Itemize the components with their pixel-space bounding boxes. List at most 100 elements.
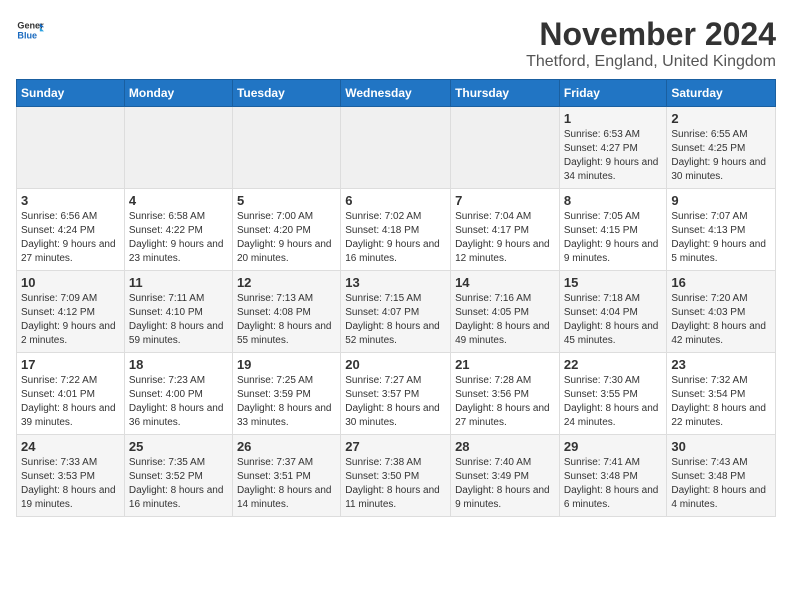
day-number: 30 (671, 439, 771, 454)
day-info: Sunrise: 7:04 AMSunset: 4:17 PMDaylight:… (455, 210, 555, 266)
day-number: 6 (345, 193, 446, 208)
calendar-cell (124, 107, 232, 189)
day-info: Sunrise: 7:28 AMSunset: 3:56 PMDaylight:… (455, 374, 555, 430)
calendar-cell: 5 Sunrise: 7:00 AMSunset: 4:20 PMDaylight… (232, 189, 340, 271)
day-number: 18 (129, 357, 228, 372)
day-info: Sunrise: 7:07 AMSunset: 4:13 PMDaylight:… (671, 210, 771, 266)
location-title: Thetford, England, United Kingdom (526, 53, 776, 71)
calendar-cell (341, 107, 451, 189)
day-info: Sunrise: 7:18 AMSunset: 4:04 PMDaylight:… (564, 292, 663, 348)
calendar-cell: 14 Sunrise: 7:16 AMSunset: 4:05 PMDayligh… (451, 271, 560, 353)
calendar-cell: 27 Sunrise: 7:38 AMSunset: 3:50 PMDayligh… (341, 435, 451, 517)
day-number: 21 (455, 357, 555, 372)
day-info: Sunrise: 7:16 AMSunset: 4:05 PMDaylight:… (455, 292, 555, 348)
calendar-cell: 30 Sunrise: 7:43 AMSunset: 3:48 PMDayligh… (667, 435, 776, 517)
day-info: Sunrise: 7:37 AMSunset: 3:51 PMDaylight:… (237, 456, 336, 512)
day-info: Sunrise: 7:32 AMSunset: 3:54 PMDaylight:… (671, 374, 771, 430)
calendar-week-3: 10Sunrise: 7:09 AMSunset: 4:12 PMDayligh… (17, 271, 776, 353)
day-info: Sunrise: 7:41 AMSunset: 3:48 PMDaylight:… (564, 456, 663, 512)
calendar-cell (17, 107, 125, 189)
calendar-cell: 21 Sunrise: 7:28 AMSunset: 3:56 PMDayligh… (451, 353, 560, 435)
day-number: 23 (671, 357, 771, 372)
day-number: 22 (564, 357, 663, 372)
calendar-cell: 3 Sunrise: 6:56 AMSunset: 4:24 PMDaylight… (17, 189, 125, 271)
calendar-cell: 16 Sunrise: 7:20 AMSunset: 4:03 PMDayligh… (667, 271, 776, 353)
calendar-cell: 28 Sunrise: 7:40 AMSunset: 3:49 PMDayligh… (451, 435, 560, 517)
day-info: Sunrise: 7:05 AMSunset: 4:15 PMDaylight:… (564, 210, 663, 266)
day-info: Sunrise: 7:22 AMSunset: 4:01 PMDaylight:… (21, 374, 120, 430)
calendar-cell: 17 Sunrise: 7:22 AMSunset: 4:01 PMDayligh… (17, 353, 125, 435)
day-number: 7 (455, 193, 555, 208)
day-number: 9 (671, 193, 771, 208)
day-info: Sunrise: 7:25 AMSunset: 3:59 PMDaylight:… (237, 374, 336, 430)
day-number: 15 (564, 275, 663, 290)
calendar-cell (232, 107, 340, 189)
weekday-header-thursday: Thursday (451, 80, 560, 107)
day-number: 26 (237, 439, 336, 454)
calendar-cell: 26 Sunrise: 7:37 AMSunset: 3:51 PMDayligh… (232, 435, 340, 517)
day-number: 4 (129, 193, 228, 208)
day-info: Sunrise: 7:13 AMSunset: 4:08 PMDaylight:… (237, 292, 336, 348)
day-number: 24 (21, 439, 120, 454)
day-info: Sunrise: 6:56 AMSunset: 4:24 PMDaylight:… (21, 210, 120, 266)
day-number: 16 (671, 275, 771, 290)
day-info: Sunrise: 7:11 AMSunset: 4:10 PMDaylight:… (129, 292, 228, 348)
day-number: 25 (129, 439, 228, 454)
calendar-table: SundayMondayTuesdayWednesdayThursdayFrid… (16, 79, 776, 517)
day-number: 11 (129, 275, 228, 290)
calendar-cell: 22 Sunrise: 7:30 AMSunset: 3:55 PMDayligh… (559, 353, 667, 435)
day-info: Sunrise: 7:30 AMSunset: 3:55 PMDaylight:… (564, 374, 663, 430)
weekday-header-wednesday: Wednesday (341, 80, 451, 107)
calendar-cell (451, 107, 560, 189)
day-info: Sunrise: 7:02 AMSunset: 4:18 PMDaylight:… (345, 210, 446, 266)
weekday-header-saturday: Saturday (667, 80, 776, 107)
month-title: November 2024 (526, 16, 776, 53)
day-number: 17 (21, 357, 120, 372)
day-number: 12 (237, 275, 336, 290)
weekday-header-friday: Friday (559, 80, 667, 107)
svg-text:Blue: Blue (17, 30, 37, 40)
calendar-cell: 23 Sunrise: 7:32 AMSunset: 3:54 PMDayligh… (667, 353, 776, 435)
day-number: 20 (345, 357, 446, 372)
weekday-header-row: SundayMondayTuesdayWednesdayThursdayFrid… (17, 80, 776, 107)
day-info: Sunrise: 7:09 AMSunset: 4:12 PMDaylight:… (21, 292, 120, 348)
day-info: Sunrise: 7:43 AMSunset: 3:48 PMDaylight:… (671, 456, 771, 512)
calendar-week-4: 17 Sunrise: 7:22 AMSunset: 4:01 PMDayligh… (17, 353, 776, 435)
calendar-cell: 12 Sunrise: 7:13 AMSunset: 4:08 PMDayligh… (232, 271, 340, 353)
day-info: Sunrise: 7:20 AMSunset: 4:03 PMDaylight:… (671, 292, 771, 348)
calendar-cell: 19Sunrise: 7:25 AMSunset: 3:59 PMDayligh… (232, 353, 340, 435)
calendar-cell: 25 Sunrise: 7:35 AMSunset: 3:52 PMDayligh… (124, 435, 232, 517)
day-info: Sunrise: 6:53 AMSunset: 4:27 PMDaylight:… (564, 128, 663, 184)
weekday-header-monday: Monday (124, 80, 232, 107)
day-info: Sunrise: 7:00 AMSunset: 4:20 PMDaylight:… (237, 210, 336, 266)
logo-icon: General Blue (16, 16, 44, 44)
day-info: Sunrise: 7:35 AMSunset: 3:52 PMDaylight:… (129, 456, 228, 512)
calendar-cell: 1 Sunrise: 6:53 AMSunset: 4:27 PMDaylight… (559, 107, 667, 189)
day-number: 27 (345, 439, 446, 454)
calendar-week-2: 3 Sunrise: 6:56 AMSunset: 4:24 PMDaylight… (17, 189, 776, 271)
day-info: Sunrise: 7:23 AMSunset: 4:00 PMDaylight:… (129, 374, 228, 430)
day-number: 3 (21, 193, 120, 208)
calendar-body: 1 Sunrise: 6:53 AMSunset: 4:27 PMDaylight… (17, 107, 776, 517)
weekday-header-tuesday: Tuesday (232, 80, 340, 107)
title-area: November 2024 Thetford, England, United … (526, 16, 776, 71)
calendar-cell: 11 Sunrise: 7:11 AMSunset: 4:10 PMDayligh… (124, 271, 232, 353)
calendar-week-1: 1 Sunrise: 6:53 AMSunset: 4:27 PMDaylight… (17, 107, 776, 189)
calendar-cell: 4Sunrise: 6:58 AMSunset: 4:22 PMDaylight… (124, 189, 232, 271)
day-number: 2 (671, 111, 771, 126)
logo: General Blue (16, 16, 44, 44)
weekday-header-sunday: Sunday (17, 80, 125, 107)
day-info: Sunrise: 6:55 AMSunset: 4:25 PMDaylight:… (671, 128, 771, 184)
day-info: Sunrise: 7:33 AMSunset: 3:53 PMDaylight:… (21, 456, 120, 512)
day-number: 28 (455, 439, 555, 454)
calendar-cell: 7 Sunrise: 7:04 AMSunset: 4:17 PMDaylight… (451, 189, 560, 271)
day-number: 5 (237, 193, 336, 208)
day-number: 14 (455, 275, 555, 290)
calendar-cell: 9 Sunrise: 7:07 AMSunset: 4:13 PMDaylight… (667, 189, 776, 271)
day-info: Sunrise: 7:38 AMSunset: 3:50 PMDaylight:… (345, 456, 446, 512)
calendar-cell: 29Sunrise: 7:41 AMSunset: 3:48 PMDayligh… (559, 435, 667, 517)
calendar-header: SundayMondayTuesdayWednesdayThursdayFrid… (17, 80, 776, 107)
page-header: General Blue November 2024 Thetford, Eng… (16, 16, 776, 71)
day-info: Sunrise: 7:40 AMSunset: 3:49 PMDaylight:… (455, 456, 555, 512)
day-number: 1 (564, 111, 663, 126)
